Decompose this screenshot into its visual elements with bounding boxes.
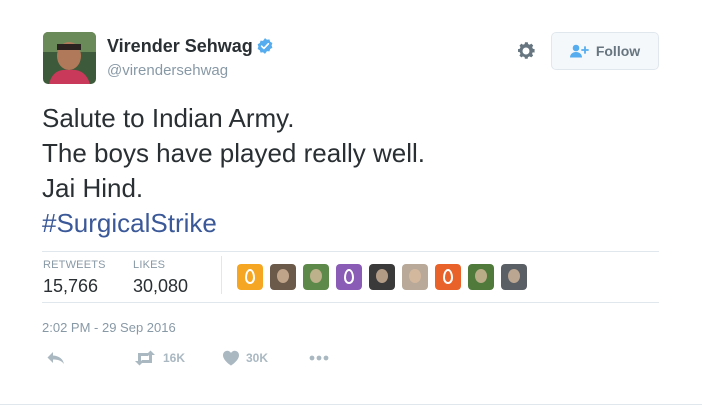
retweets-stat[interactable]: RETWEETS 15,766 xyxy=(43,259,106,297)
more-button[interactable] xyxy=(308,350,330,366)
retweet-icon xyxy=(135,350,155,366)
heart-icon xyxy=(223,350,239,366)
like-count: 30K xyxy=(246,351,269,365)
liker-avatars xyxy=(237,264,534,291)
stats-divider-bottom xyxy=(42,302,659,303)
author-name[interactable]: Virender Sehwag xyxy=(107,36,274,60)
hashtag-link[interactable]: #SurgicalStrike xyxy=(42,206,642,241)
retweet-count: 16K xyxy=(163,351,186,365)
author-name-text[interactable]: Virender Sehwag xyxy=(107,36,253,56)
avatar-face xyxy=(508,269,520,283)
tweet-text: Salute to Indian Army. The boys have pla… xyxy=(42,101,642,241)
avatar[interactable] xyxy=(43,32,96,84)
likes-label: LIKES xyxy=(133,259,166,271)
avatar-face xyxy=(475,269,487,283)
avatar-face xyxy=(277,269,289,283)
author-handle[interactable]: @virendersehwag xyxy=(107,62,228,79)
stats-vertical-divider xyxy=(221,256,222,294)
liker-avatar[interactable] xyxy=(501,264,527,290)
card-bottom-rule xyxy=(0,404,702,405)
egg-inner xyxy=(445,271,451,282)
tweet-card: Virender Sehwag @virendersehwag Follow S… xyxy=(0,0,702,411)
tweet-line: Jai Hind. xyxy=(42,173,144,203)
liker-avatar[interactable] xyxy=(303,264,329,290)
likes-count: 30,080 xyxy=(133,276,189,296)
liker-egg-avatar[interactable] xyxy=(237,264,263,290)
retweet-button[interactable]: 16K xyxy=(133,350,185,366)
liker-egg-avatar[interactable] xyxy=(336,264,362,290)
tweet-line: Salute to Indian Army. xyxy=(42,103,295,133)
avatar-face xyxy=(310,269,322,283)
liker-egg-avatar[interactable] xyxy=(435,264,461,290)
liker-avatar[interactable] xyxy=(369,264,395,290)
more-icon xyxy=(309,355,329,361)
egg-inner xyxy=(346,271,352,282)
follow-button[interactable]: Follow xyxy=(551,32,659,70)
add-user-icon xyxy=(569,44,589,58)
tweet-timestamp[interactable]: 2:02 PM - 29 Sep 2016 xyxy=(42,320,176,335)
liker-avatar[interactable] xyxy=(468,264,494,290)
liker-avatar[interactable] xyxy=(270,264,296,290)
stats-divider-top xyxy=(42,251,659,252)
tweet-line: The boys have played really well. xyxy=(42,138,425,168)
retweets-label: RETWEETS xyxy=(43,259,106,271)
egg-inner xyxy=(247,271,253,282)
like-button[interactable]: 30K xyxy=(222,350,268,366)
avatar-face xyxy=(376,269,388,283)
gear-icon[interactable] xyxy=(515,40,537,62)
likes-stat[interactable]: LIKES 30,080 xyxy=(133,259,188,297)
liker-avatar[interactable] xyxy=(402,264,428,290)
retweets-count: 15,766 xyxy=(43,276,99,296)
verified-badge-icon xyxy=(256,37,274,60)
avatar-face xyxy=(409,269,421,283)
reply-button[interactable] xyxy=(46,350,66,366)
reply-icon xyxy=(47,352,64,364)
follow-button-label: Follow xyxy=(595,43,641,59)
